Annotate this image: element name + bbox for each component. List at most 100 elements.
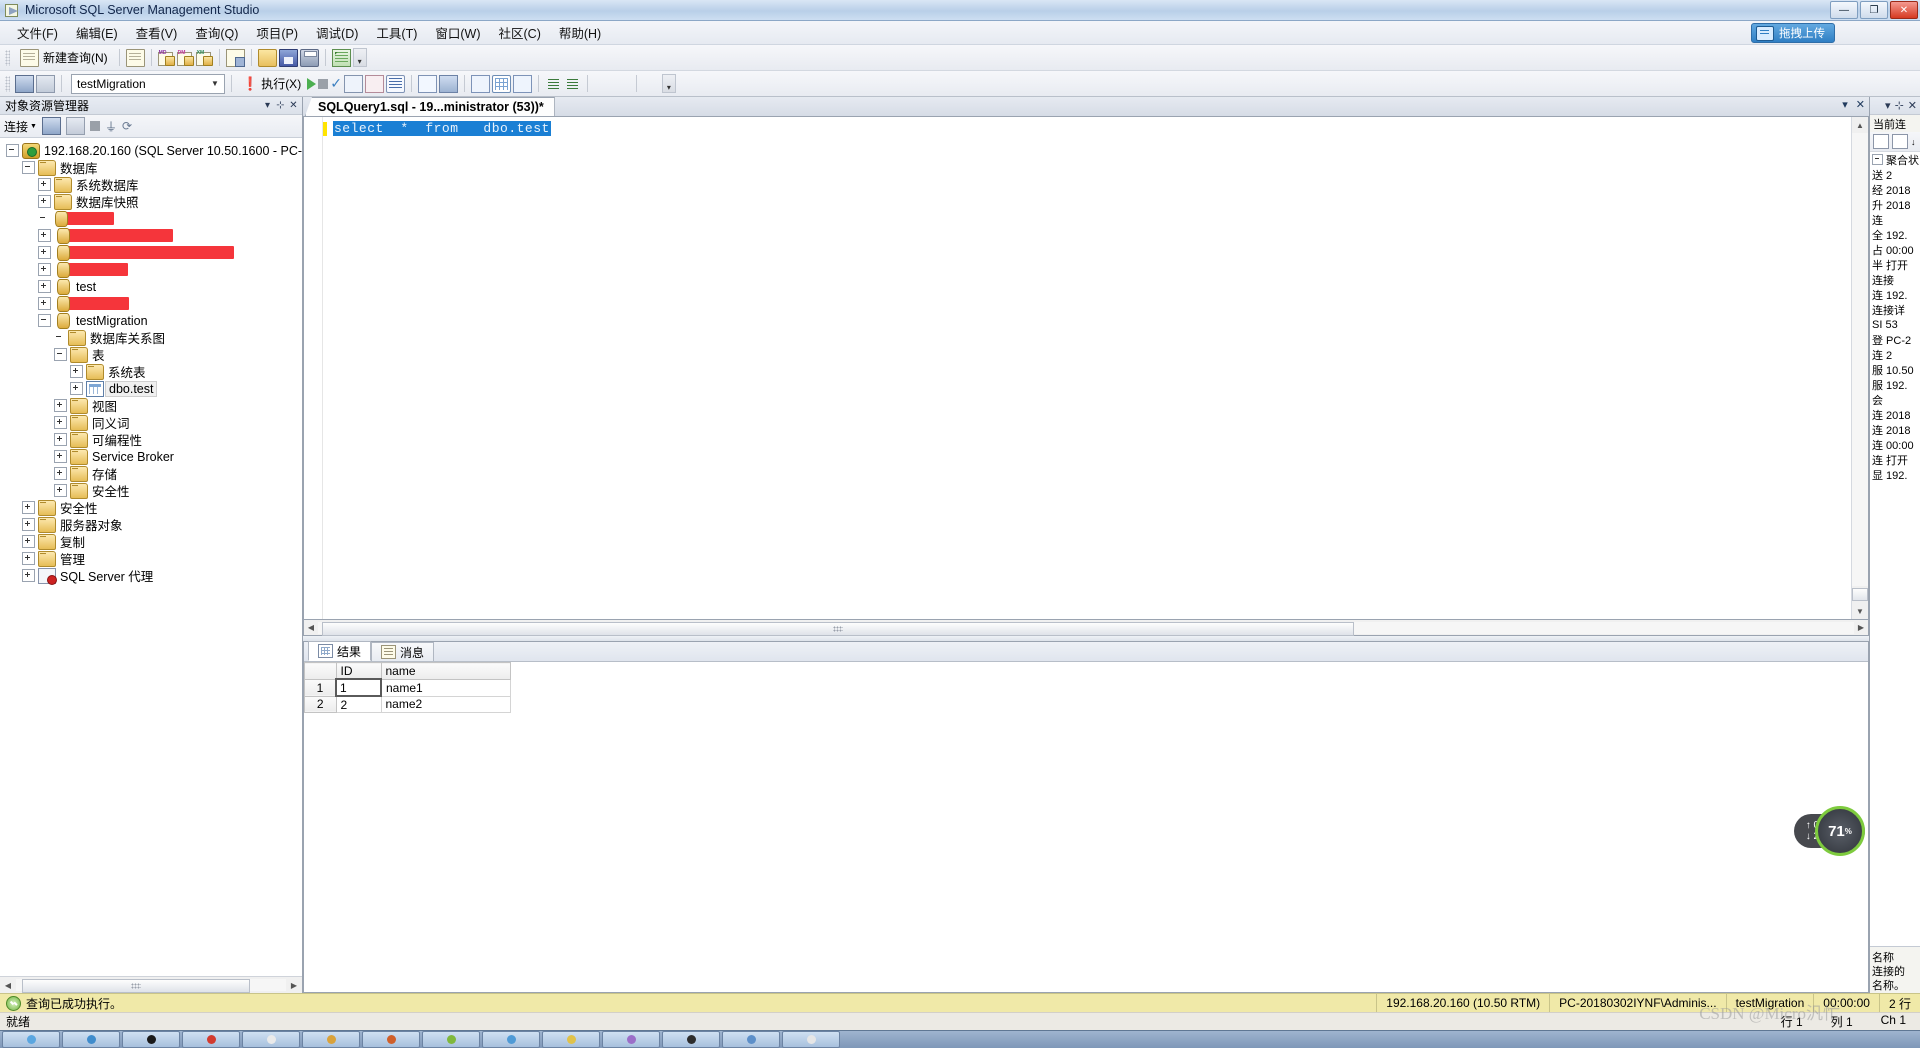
scroll-track[interactable]	[16, 979, 286, 993]
collapse-icon[interactable]	[1872, 154, 1883, 165]
properties-group[interactable]: 聚合状	[1870, 152, 1920, 167]
tree-node[interactable]: 192.168.20.160 (SQL Server 10.50.1600 - …	[0, 142, 302, 159]
taskbar-item[interactable]	[602, 1031, 660, 1048]
row-header[interactable]: 2	[304, 695, 337, 713]
tab-list-icon[interactable]: ▾	[1842, 98, 1848, 111]
taskbar-item[interactable]	[182, 1031, 240, 1048]
menu-tools[interactable]: 工具(T)	[367, 20, 426, 45]
network-speed-widget[interactable]: ↑ 0.3K/s ↓ 2.2K/s 71%	[1793, 806, 1865, 856]
grid-corner[interactable]	[304, 662, 337, 680]
expand-icon[interactable]	[54, 416, 67, 429]
tree-node[interactable]: 安全性	[0, 499, 302, 516]
tree-node[interactable]: SQL Server 代理	[0, 567, 302, 585]
tree-node[interactable]: test	[0, 278, 302, 295]
open-file-icon[interactable]	[257, 48, 277, 67]
run-icon[interactable]	[307, 77, 317, 90]
results-to-text-icon[interactable]	[385, 74, 405, 93]
sql-statement[interactable]: select * from dbo.test	[333, 121, 551, 136]
property-row[interactable]: 占 00:00	[1870, 242, 1920, 257]
tree-node[interactable]: 系统表	[0, 363, 302, 380]
property-row[interactable]: 送 2	[1870, 167, 1920, 182]
expand-icon[interactable]	[22, 569, 35, 582]
row-header[interactable]: 1	[304, 678, 337, 697]
scroll-left-icon[interactable]: ◀	[0, 981, 16, 990]
scroll-left-icon[interactable]: ◀	[304, 623, 318, 632]
taskbar-item[interactable]	[662, 1031, 720, 1048]
print-icon[interactable]	[299, 48, 319, 67]
tab-close-icon[interactable]: ✕	[1856, 98, 1865, 111]
scroll-right-icon[interactable]: ▶	[1854, 623, 1868, 632]
drag-upload-button[interactable]: 拖拽上传	[1751, 23, 1835, 43]
new-xmla-query-icon[interactable]	[195, 50, 213, 66]
table-cell[interactable]: 1	[335, 678, 382, 697]
menu-file[interactable]: 文件(F)	[8, 20, 67, 45]
connect-icon[interactable]	[15, 74, 34, 93]
menu-query[interactable]: 查询(Q)	[186, 20, 247, 45]
tree-node[interactable]: 表	[0, 346, 302, 363]
panel-close-icon[interactable]: ✕	[1908, 99, 1917, 112]
stop-refresh-icon[interactable]	[89, 121, 100, 131]
expand-icon[interactable]	[38, 263, 51, 276]
results-to-text-alt-icon[interactable]	[470, 74, 490, 93]
property-row[interactable]: 连 192.	[1870, 287, 1920, 302]
menu-window[interactable]: 窗口(W)	[426, 20, 489, 45]
property-row[interactable]: 连接	[1870, 272, 1920, 287]
chevron-down-icon[interactable]: ▼	[208, 79, 222, 88]
query-options-icon[interactable]	[364, 74, 384, 93]
expand-icon[interactable]	[38, 178, 51, 191]
scroll-thumb[interactable]	[322, 621, 1354, 636]
property-row[interactable]: 连 2018	[1870, 407, 1920, 422]
object-explorer-hscrollbar[interactable]: ◀ ▶	[0, 976, 302, 993]
tree-node[interactable]	[0, 227, 302, 244]
maximize-button[interactable]: ❐	[1860, 1, 1888, 19]
display-estimated-plan-icon[interactable]	[343, 74, 363, 93]
new-dmx-query-icon[interactable]	[176, 50, 194, 66]
taskbar-item[interactable]	[482, 1031, 540, 1048]
disconnect-icon[interactable]	[36, 74, 55, 93]
expand-icon[interactable]	[38, 246, 51, 259]
close-button[interactable]: ✕	[1890, 1, 1918, 19]
property-row[interactable]: 半 打开	[1870, 257, 1920, 272]
panel-menu-icon[interactable]: ▾	[261, 100, 274, 111]
execute-button[interactable]: ❗ 执行(X)	[238, 74, 305, 93]
panel-pin-icon[interactable]: ⊹	[274, 100, 287, 111]
tree-node[interactable]	[0, 244, 302, 261]
property-row[interactable]: 会	[1870, 392, 1920, 407]
expand-icon[interactable]	[38, 297, 51, 310]
comment-lines-icon[interactable]	[545, 76, 562, 92]
taskbar-item[interactable]	[242, 1031, 300, 1048]
tree-node[interactable]	[0, 295, 302, 312]
expand-icon[interactable]	[54, 467, 67, 480]
expand-icon[interactable]	[38, 195, 51, 208]
toolbar-overflow-button[interactable]: ▾	[352, 48, 367, 67]
toolbar-grip[interactable]	[5, 75, 10, 92]
taskbar-item[interactable]	[722, 1031, 780, 1048]
expand-icon[interactable]	[22, 552, 35, 565]
sort-icon[interactable]: ↓	[1911, 137, 1916, 147]
column-header[interactable]: name	[380, 662, 511, 680]
refresh-icon[interactable]: ⟳	[122, 119, 132, 133]
panel-pin-icon[interactable]: ⊹	[1895, 99, 1904, 112]
tree-node[interactable]: 数据库快照	[0, 193, 302, 210]
tree-node[interactable]: 可编程性	[0, 431, 302, 448]
uncomment-lines-icon[interactable]	[564, 76, 581, 92]
tree-node[interactable]: Service Broker	[0, 448, 302, 465]
increase-indent-icon[interactable]	[594, 76, 611, 92]
specify-values-icon[interactable]	[643, 76, 660, 92]
sql-editor[interactable]: select * from dbo.test ▲ ▼	[303, 117, 1869, 620]
taskbar-item[interactable]	[362, 1031, 420, 1048]
menu-community[interactable]: 社区(C)	[490, 20, 550, 45]
connect-object-explorer-icon[interactable]	[41, 117, 61, 135]
property-row[interactable]: SI 53	[1870, 317, 1920, 332]
menu-view[interactable]: 查看(V)	[127, 20, 187, 45]
new-query-button[interactable]: 新建查询(N)	[15, 48, 113, 68]
collapse-icon[interactable]	[6, 144, 19, 157]
property-row[interactable]: 升 2018	[1870, 197, 1920, 212]
property-row[interactable]: 服 192.	[1870, 377, 1920, 392]
property-row[interactable]: 服 10.50	[1870, 362, 1920, 377]
scroll-right-icon[interactable]: ▶	[286, 981, 302, 990]
property-row[interactable]: 连 打开	[1870, 452, 1920, 467]
taskbar-item[interactable]	[122, 1031, 180, 1048]
filter-icon[interactable]: ⏚	[105, 118, 117, 135]
menu-project[interactable]: 项目(P)	[247, 20, 307, 45]
